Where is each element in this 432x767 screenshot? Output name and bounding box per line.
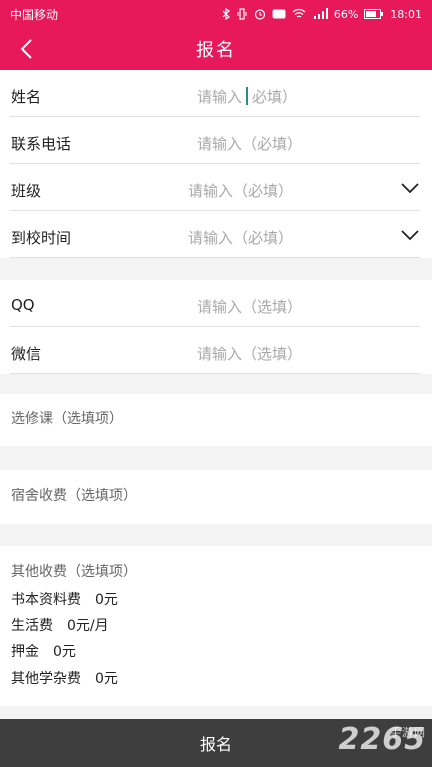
field-phone-input[interactable]: 请输入（必填） <box>197 133 302 154</box>
clock: 18:01 <box>390 7 422 21</box>
battery-percent: 66% <box>333 7 359 21</box>
site-watermark: 2265 手游网 <box>339 722 427 757</box>
optional-fields-card: QQ 请输入（选填） 微信 请输入（选填） <box>0 280 432 374</box>
submit-label: 报名 <box>199 735 232 754</box>
field-qq-input[interactable]: 请输入（选填） <box>197 296 302 317</box>
hd-icon <box>272 9 286 19</box>
status-icons: 66% 18:01 <box>222 8 422 21</box>
field-wechat-input[interactable]: 请输入（选填） <box>197 343 302 364</box>
field-name-label: 姓名 <box>11 88 42 106</box>
page-title: 报名 <box>196 40 236 61</box>
app-header: 报名 <box>0 28 432 70</box>
field-qq[interactable]: QQ 请输入（选填） <box>10 280 420 327</box>
required-fields-card: 姓名 请输入 必填） 联系电话 请输入（必填） 班级 请输入（必填） 到校时间 请… <box>0 70 432 258</box>
back-button[interactable] <box>12 34 40 64</box>
elective-title: 选修课（选填项） <box>11 411 123 427</box>
text-cursor <box>246 87 249 105</box>
field-phone-label: 联系电话 <box>11 135 72 153</box>
signal-icon <box>313 8 328 19</box>
other-fees-title: 其他收费（选填项） <box>11 564 137 580</box>
status-bar: 中国移动 66% 18:01 <box>0 0 432 28</box>
field-arrival-time[interactable]: 到校时间 请输入（必填） <box>10 211 420 258</box>
fee-item: 生活费 0元/月 <box>11 618 109 634</box>
chevron-down-icon[interactable] <box>400 180 420 196</box>
field-phone[interactable]: 联系电话 请输入（必填） <box>10 117 420 164</box>
field-class[interactable]: 班级 请输入（必填） <box>10 164 420 211</box>
field-name-placeholder-left: 请输入 <box>197 88 243 106</box>
chevron-down-icon[interactable] <box>400 227 420 243</box>
vibrate-icon <box>237 8 247 20</box>
field-name-input[interactable]: 请输入 必填） <box>197 86 297 107</box>
elective-section[interactable]: 选修课（选填项） <box>0 394 432 446</box>
alarm-icon <box>254 9 265 20</box>
battery-icon <box>364 9 384 19</box>
wifi-icon <box>292 8 306 18</box>
field-name[interactable]: 姓名 请输入 必填） <box>10 70 420 117</box>
field-arrival-time-input[interactable]: 请输入（必填） <box>188 227 293 248</box>
dorm-fee-section[interactable]: 宿舍收费（选填项） <box>0 470 432 524</box>
field-name-placeholder-right: 必填） <box>252 88 298 106</box>
field-qq-label: QQ <box>11 296 35 314</box>
fee-item: 书本资料费 0元 <box>11 592 118 608</box>
watermark-sub: 手游网 <box>390 726 426 739</box>
field-wechat[interactable]: 微信 请输入（选填） <box>10 327 420 374</box>
fee-item: 其他学杂费 0元 <box>11 671 118 687</box>
dorm-fee-title: 宿舍收费（选填项） <box>11 488 137 504</box>
field-arrival-time-label: 到校时间 <box>11 229 72 247</box>
other-fees-section: 其他收费（选填项） 书本资料费 0元 生活费 0元/月 押金 0元 其他学杂费 … <box>0 546 432 706</box>
carrier-label: 中国移动 <box>10 7 59 22</box>
field-class-input[interactable]: 请输入（必填） <box>188 180 293 201</box>
fee-item: 押金 0元 <box>11 644 76 660</box>
field-class-label: 班级 <box>11 182 42 200</box>
bluetooth-icon <box>222 8 230 20</box>
chevron-left-icon <box>20 39 32 59</box>
field-wechat-label: 微信 <box>11 345 42 363</box>
